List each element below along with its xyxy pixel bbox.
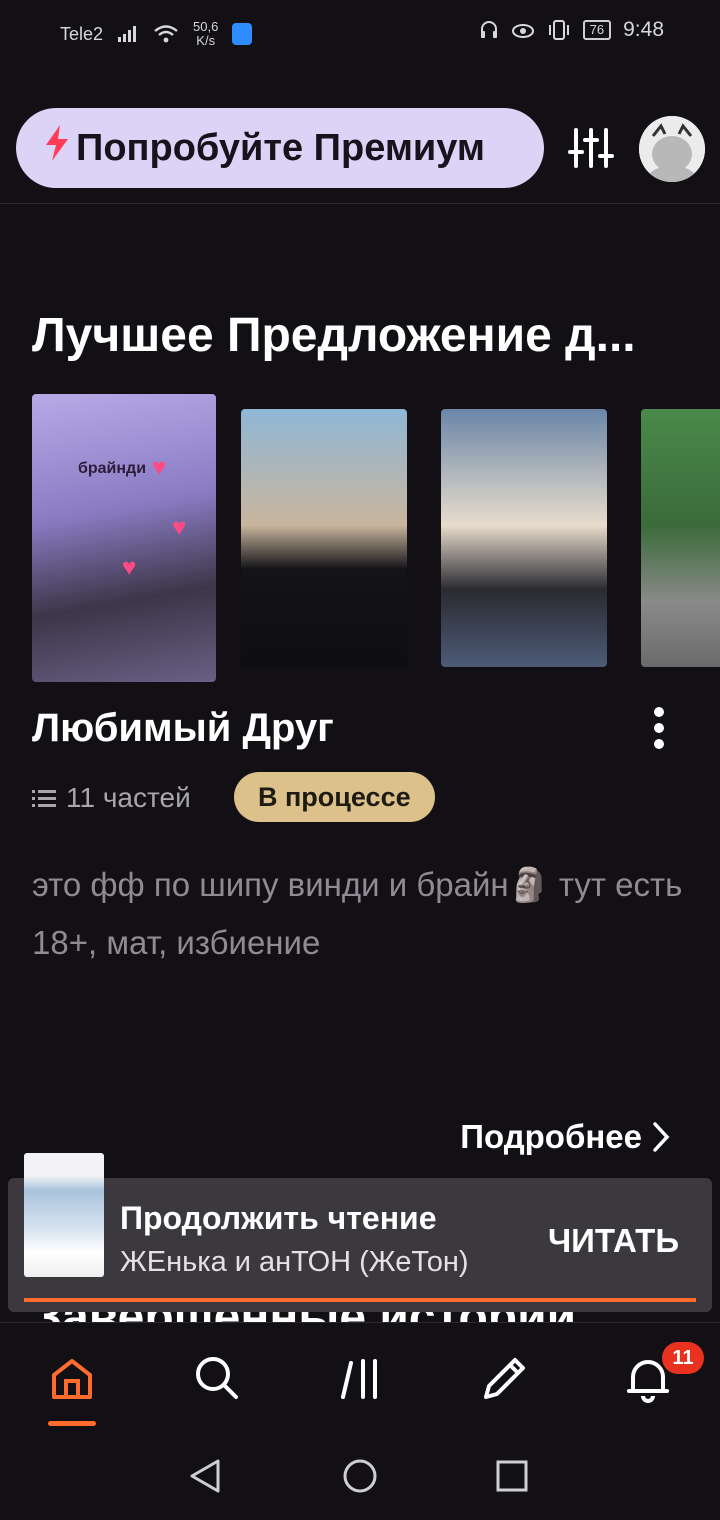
speed-unit: K/s bbox=[196, 33, 216, 48]
network-speed: 50,6 K/s bbox=[193, 20, 218, 48]
avatar[interactable] bbox=[639, 116, 705, 182]
more-options-icon[interactable] bbox=[646, 704, 672, 752]
story-cover-selected[interactable]: брайнди ♥ ♥ ♥ bbox=[32, 394, 216, 682]
signal-icon bbox=[118, 26, 137, 42]
story-cover[interactable] bbox=[241, 409, 407, 667]
home-icon[interactable] bbox=[47, 1353, 97, 1403]
heart-icon: ♥ bbox=[172, 514, 187, 541]
status-left: Tele2 50,6 K/s bbox=[60, 20, 253, 48]
speed-value: 50,6 bbox=[193, 19, 219, 34]
bolt-icon bbox=[44, 125, 70, 171]
vpn-shield-icon bbox=[232, 23, 253, 45]
section-title: Лучшее Предложение д... bbox=[32, 309, 636, 362]
list-icon bbox=[32, 790, 56, 807]
story-description: это фф по шипу винди и брайн🗿 тут есть 1… bbox=[32, 866, 683, 961]
status-right: 76 9:48 bbox=[479, 18, 664, 42]
continue-reading-cover[interactable] bbox=[24, 1153, 104, 1277]
home-circle-icon[interactable] bbox=[342, 1458, 378, 1494]
wifi-icon bbox=[154, 25, 178, 43]
library-icon[interactable] bbox=[337, 1353, 387, 1403]
write-pencil-icon[interactable] bbox=[480, 1353, 530, 1403]
system-navigation-bar bbox=[0, 1434, 720, 1520]
filter-icon[interactable] bbox=[568, 128, 614, 168]
cover-caption: брайнди bbox=[78, 460, 147, 477]
premium-label: Попробуйте Премиум bbox=[76, 126, 486, 169]
parts-count: 11 частей bbox=[32, 782, 191, 814]
heart-icon: ♥ bbox=[122, 554, 137, 581]
story-covers-carousel[interactable]: брайнди ♥ ♥ ♥ bbox=[0, 394, 720, 684]
read-button[interactable]: ЧИТАТЬ bbox=[548, 1222, 679, 1260]
vibrate-icon bbox=[548, 20, 569, 40]
bottom-navigation bbox=[0, 1322, 720, 1434]
story-title[interactable]: Любимый Друг bbox=[32, 706, 334, 751]
story-cover[interactable] bbox=[441, 409, 607, 667]
recents-square-icon[interactable] bbox=[496, 1460, 528, 1492]
search-icon[interactable] bbox=[192, 1353, 242, 1403]
back-icon[interactable] bbox=[188, 1458, 222, 1494]
eye-icon bbox=[511, 24, 534, 38]
details-link[interactable]: Подробнее bbox=[460, 1118, 670, 1156]
story-cover[interactable] bbox=[641, 409, 720, 667]
details-label: Подробнее bbox=[460, 1118, 642, 1155]
clock: 9:48 bbox=[623, 18, 664, 41]
continue-reading-title: Продолжить чтение bbox=[120, 1200, 437, 1236]
continue-reading-story: ЖЕнька и анТОН (ЖеТон) bbox=[120, 1246, 469, 1278]
reading-progress-bar bbox=[24, 1298, 696, 1302]
headphones-icon bbox=[480, 21, 497, 38]
heart-icon: ♥ bbox=[152, 454, 167, 481]
carrier-label: Tele2 bbox=[60, 23, 104, 44]
active-tab-indicator bbox=[48, 1421, 96, 1426]
battery-indicator: 76 bbox=[582, 20, 612, 40]
notification-count-badge: 11 bbox=[662, 1342, 704, 1374]
try-premium-button[interactable]: Попробуйте Премиум bbox=[16, 108, 544, 188]
status-bar: Tele2 50,6 K/s 76 9:48 bbox=[0, 0, 720, 62]
top-header: Попробуйте Премиум bbox=[0, 62, 720, 204]
status-badge: В процессе bbox=[234, 772, 435, 822]
parts-label: 11 частей bbox=[66, 782, 191, 813]
chevron-right-icon bbox=[653, 1122, 670, 1152]
